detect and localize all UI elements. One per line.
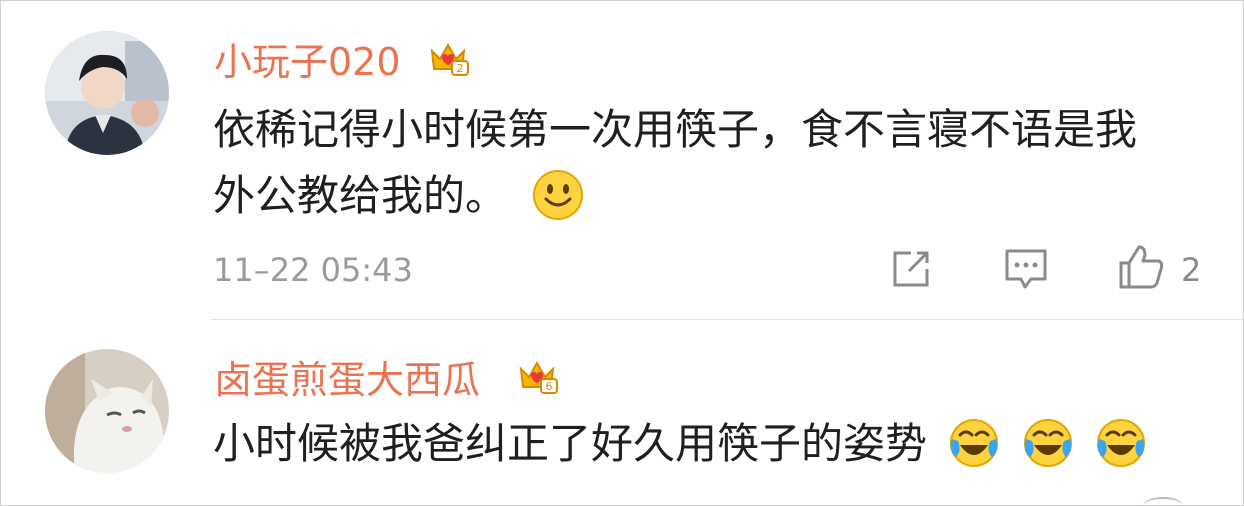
laugh-cry-emoji-icon [1095, 417, 1147, 469]
laugh-cry-emoji-icon [948, 417, 1000, 469]
svg-text:2: 2 [457, 62, 464, 75]
svg-text:6: 6 [546, 380, 553, 393]
smile-emoji-icon [532, 169, 584, 221]
crown-vip-badge-icon: 6 [515, 353, 559, 397]
like-icon[interactable] [1117, 243, 1165, 295]
username[interactable]: 小玩子020 [214, 43, 401, 81]
share-icon[interactable] [889, 247, 933, 295]
timestamp: 11–22 05:43 [213, 251, 413, 289]
username[interactable]: 卤蛋煎蛋大西瓜 [214, 361, 480, 399]
comment-list: 小玩子020 2 依稀记得小时候第一次用筷子，食不言寝不语是我 外公教给我的。 … [0, 0, 1244, 506]
collapse-arrow-icon[interactable] [1143, 497, 1183, 505]
laugh-cry-emoji-icon [1022, 417, 1074, 469]
avatar[interactable] [45, 31, 169, 155]
comment-line: 外公教给我的。 [213, 165, 1137, 227]
comment-text: 依稀记得小时候第一次用筷子，食不言寝不语是我 外公教给我的。 [213, 99, 1137, 227]
comment-line: 依稀记得小时候第一次用筷子，食不言寝不语是我 [213, 105, 1138, 154]
like-count: 2 [1181, 251, 1202, 289]
comment-line-text: 外公教给我的。 [213, 171, 508, 220]
comment-icon[interactable] [1003, 247, 1049, 295]
divider [211, 319, 1243, 320]
comment-line-text: 小时候被我爸纠正了好久用筷子的姿势 [213, 419, 928, 468]
comment-text: 小时候被我爸纠正了好久用筷子的姿势 [213, 413, 1147, 475]
avatar[interactable] [45, 349, 169, 473]
crown-vip-badge-icon: 2 [426, 35, 470, 79]
